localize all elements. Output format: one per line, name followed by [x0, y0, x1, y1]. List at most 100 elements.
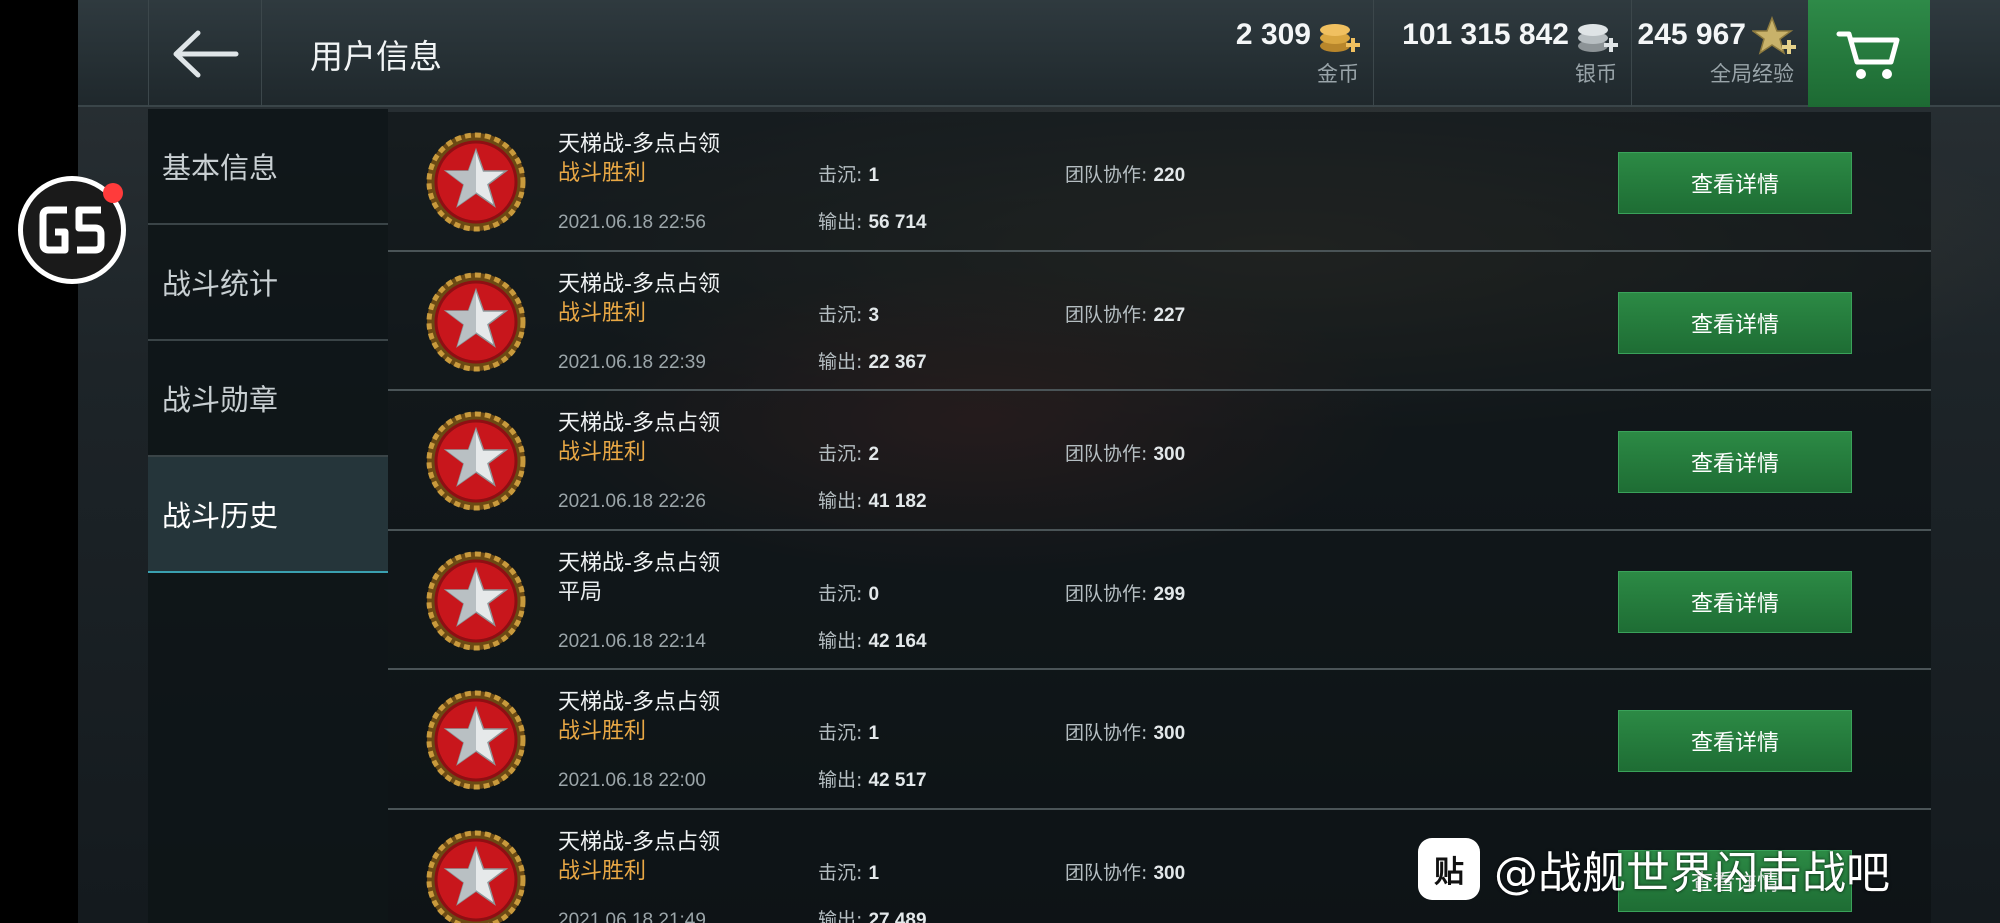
notification-dot: [103, 183, 123, 203]
damage-stat: 输出: 41 182: [818, 486, 927, 513]
cart-icon: [1836, 31, 1900, 79]
top-bar: 用户信息 2 309 金币 101 315 842 银币 245 967 全局经…: [78, 0, 2000, 107]
view-details-button[interactable]: 查看详情: [1618, 431, 1852, 493]
damage-stat: 输出: 42 517: [818, 765, 927, 792]
teamwork-stat: 团队协作: 300: [1065, 858, 1185, 885]
page-title: 用户信息: [310, 37, 442, 76]
teamwork-stat: 团队协作: 299: [1065, 579, 1185, 606]
g5-overlay-logo[interactable]: [18, 176, 126, 284]
battle-date: 2021.06.18 21:49: [558, 909, 706, 923]
rank-star-medal-icon: [426, 272, 526, 371]
view-details-button[interactable]: 查看详情: [1618, 291, 1852, 354]
sunk-label: 击沉:: [818, 443, 869, 465]
rank-star-medal-icon: [426, 411, 526, 511]
teamwork-stat: 团队协作: 300: [1065, 439, 1185, 466]
sunk-label: 击沉:: [818, 303, 869, 326]
sidebar-item-battle-history[interactable]: 战斗历史: [148, 457, 388, 573]
battle-date: 2021.06.18 22:14: [558, 630, 706, 652]
teamwork-value: 220: [1153, 165, 1186, 186]
exp-value: 245 967: [1637, 18, 1746, 51]
battle-result: 战斗胜利: [558, 858, 647, 884]
sidebar-item-battle-medals[interactable]: 战斗勋章: [148, 341, 388, 457]
damage-label: 输出:: [818, 350, 869, 373]
sunk-stat: 击沉: 1: [818, 858, 879, 885]
damage-label: 输出:: [818, 769, 869, 791]
sunk-value: 1: [868, 862, 880, 884]
battle-mode: 天梯战-多点占领: [558, 411, 720, 436]
teamwork-value: 300: [1153, 723, 1186, 744]
sunk-value: 1: [868, 723, 880, 744]
damage-value: 56 714: [868, 212, 927, 233]
battle-result: 战斗胜利: [558, 161, 647, 186]
view-details-button[interactable]: 查看详情: [1618, 152, 1852, 214]
battle-date: 2021.06.18 22:00: [558, 770, 706, 791]
damage-label: 输出:: [818, 629, 869, 652]
silver-value: 101 315 842: [1402, 18, 1569, 51]
sunk-value: 2: [868, 444, 880, 465]
teamwork-value: 299: [1153, 583, 1186, 605]
silver-balance[interactable]: 101 315 842 银币: [1374, 0, 1632, 107]
watermark: 贴 @战舰世界闪击战吧: [1418, 836, 1890, 902]
teamwork-stat: 团队协作: 300: [1065, 718, 1185, 745]
battle-result: 战斗胜利: [558, 440, 647, 465]
gold-coins-add-icon: [1320, 24, 1360, 52]
watermark-text: @战舰世界闪击战吧: [1494, 848, 1890, 899]
sidebar: 基本信息 战斗统计 战斗勋章 战斗历史: [148, 109, 388, 923]
view-details-button[interactable]: 查看详情: [1618, 570, 1852, 633]
damage-value: 41 182: [868, 491, 927, 512]
teamwork-stat: 团队协作: 220: [1065, 160, 1185, 187]
sunk-value: 3: [868, 304, 880, 326]
sunk-value: 0: [868, 583, 880, 605]
sidebar-item-label: 战斗历史: [162, 499, 279, 533]
battle-result: 战斗胜利: [558, 300, 647, 326]
rank-star-medal-icon: [426, 690, 526, 790]
damage-stat: 输出: 42 164: [818, 626, 927, 653]
g5-logo-icon: [39, 206, 105, 254]
damage-label: 输出:: [818, 908, 869, 923]
sidebar-item-battle-stats[interactable]: 战斗统计: [148, 225, 388, 341]
damage-stat: 输出: 56 714: [818, 207, 927, 234]
tieba-icon: 贴: [1418, 838, 1480, 900]
rank-star-medal-icon: [426, 830, 526, 923]
sunk-value: 1: [868, 165, 880, 186]
sunk-stat: 击沉: 3: [818, 300, 879, 327]
view-details-button[interactable]: 查看详情: [1618, 710, 1852, 772]
teamwork-label: 团队协作:: [1065, 582, 1154, 605]
damage-value: 42 517: [868, 770, 927, 791]
teamwork-value: 227: [1153, 304, 1186, 326]
battle-row: 天梯战-多点占领 战斗胜利 2021.06.18 22:39 击沉: 3 输出:…: [388, 251, 1931, 391]
silver-coins-add-icon: [1578, 24, 1618, 52]
shop-cart-button[interactable]: [1808, 0, 1930, 107]
back-button[interactable]: [148, 0, 262, 107]
gold-value: 2 309: [1235, 18, 1311, 51]
rank-star-medal-icon: [426, 551, 526, 650]
sidebar-item-basic-info[interactable]: 基本信息: [148, 109, 388, 225]
sunk-stat: 击沉: 2: [818, 439, 879, 466]
silver-label: 银币: [1575, 62, 1617, 86]
battle-mode: 天梯战-多点占领: [558, 271, 720, 297]
exp-balance[interactable]: 245 967 全局经验: [1632, 0, 1808, 107]
gold-balance[interactable]: 2 309 金币: [1094, 0, 1374, 107]
battle-result: 平局: [558, 579, 603, 605]
sunk-stat: 击沉: 1: [818, 718, 879, 745]
teamwork-value: 300: [1153, 862, 1186, 884]
sidebar-item-label: 战斗勋章: [162, 383, 279, 417]
teamwork-label: 团队协作:: [1065, 303, 1154, 326]
teamwork-label: 团队协作:: [1065, 861, 1154, 884]
battle-row: 天梯战-多点占领 战斗胜利 2021.06.18 22:00 击沉: 1 输出:…: [388, 670, 1931, 810]
sunk-stat: 击沉: 0: [818, 579, 879, 606]
battle-result: 战斗胜利: [558, 719, 647, 744]
teamwork-label: 团队协作:: [1065, 164, 1154, 186]
sidebar-item-label: 基本信息: [162, 151, 279, 185]
battle-mode: 天梯战-多点占领: [558, 829, 720, 855]
battle-row: 天梯战-多点占领 战斗胜利 2021.06.18 22:26 击沉: 2 输出:…: [388, 391, 1931, 531]
battle-date: 2021.06.18 22:26: [558, 491, 706, 512]
battle-row: 天梯战-多点占领 平局 2021.06.18 22:14 击沉: 0 输出: 4…: [388, 530, 1931, 670]
damage-label: 输出:: [818, 211, 869, 233]
battle-mode: 天梯战-多点占领: [558, 132, 720, 157]
exp-label: 全局经验: [1710, 62, 1794, 86]
sunk-label: 击沉:: [818, 861, 869, 884]
battle-history-list: 天梯战-多点占领 战斗胜利 2021.06.18 22:56 击沉: 1 输出:…: [388, 112, 1931, 923]
sidebar-item-label: 战斗统计: [162, 267, 279, 301]
teamwork-label: 团队协作:: [1065, 722, 1154, 744]
